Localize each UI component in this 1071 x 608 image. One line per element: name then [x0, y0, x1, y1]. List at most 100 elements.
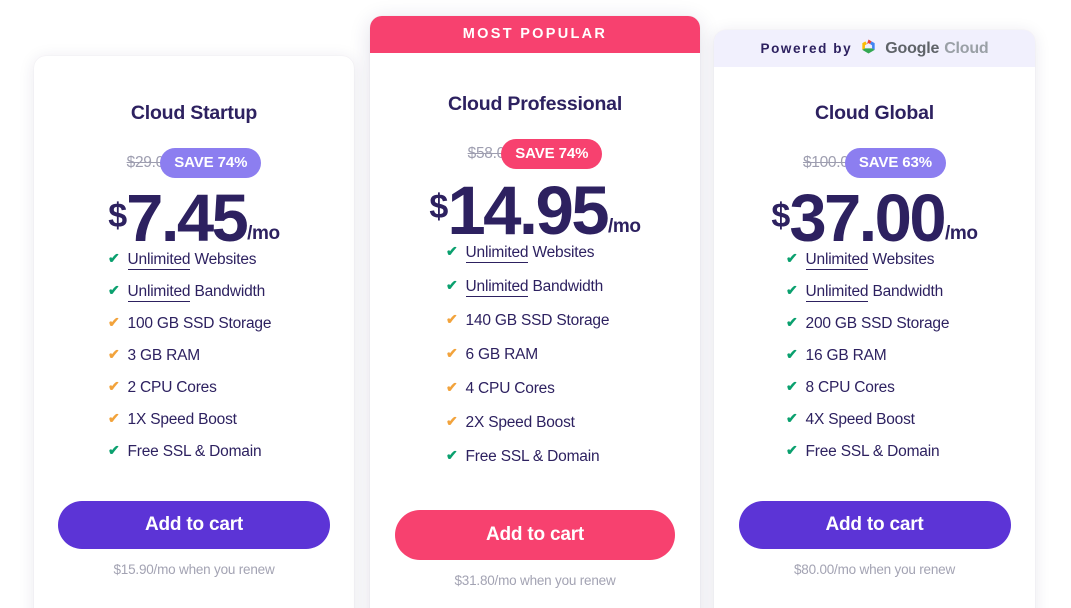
price-period: /mo [247, 222, 280, 244]
save-badge: SAVE 74% [501, 139, 603, 169]
pricing-card-cloud-startup[interactable]: Cloud Startup $29.00 SAVE 74% $ 7.45 /mo… [34, 56, 354, 608]
check-icon: ✔ [786, 441, 798, 458]
feature-label: Free SSL & Domain [127, 442, 262, 460]
price-amount: 37.00 [789, 181, 946, 256]
pricing-plans-page: Cloud Startup $29.00 SAVE 74% $ 7.45 /mo… [0, 0, 1071, 608]
check-icon: ✔ [108, 377, 120, 394]
check-icon: ✔ [786, 249, 798, 266]
check-icon: ✔ [786, 313, 798, 330]
feature-list: ✔ Unlimited Websites ✔ Unlimited Bandwidth ✔… [370, 242, 700, 482]
feature-list: ✔ Unlimited Websites ✔ Unlimited Bandwidth ✔… [714, 249, 1035, 475]
google-cloud-logo-icon [859, 37, 878, 61]
feature-item: ✔ Free SSL & Domain [446, 448, 700, 466]
feature-label: 2 CPU Cores [127, 378, 217, 396]
check-icon: ✔ [446, 310, 458, 327]
check-icon: ✔ [108, 281, 120, 298]
currency-symbol: $ [429, 188, 448, 226]
check-icon: ✔ [786, 409, 798, 426]
price-period: /mo [945, 222, 978, 244]
feature-emphasis: Unlimited [805, 282, 869, 302]
add-to-cart-button[interactable]: Add to cart [58, 500, 330, 549]
pricing-card-cloud-global[interactable]: Powered by Google Cloud Cloud Global $10… [714, 30, 1035, 608]
feature-label: 4X Speed Boost [805, 410, 915, 428]
feature-emphasis: Unlimited [127, 282, 191, 302]
plan-title: Cloud Startup [130, 102, 258, 124]
discount-row: $29.00 SAVE 74% [127, 147, 262, 179]
check-icon: ✔ [446, 242, 458, 259]
price-amount: 14.95 [447, 172, 609, 249]
feature-label: 16 GB RAM [805, 346, 887, 364]
feature-label: Unlimited Bandwidth [805, 282, 944, 302]
save-badge: SAVE 63% [844, 148, 947, 178]
discount-row: $58.00 SAVE 74% [468, 138, 603, 170]
save-badge: SAVE 74% [160, 148, 262, 178]
renewal-note: $31.80/mo when you renew [454, 572, 616, 588]
feature-label: 3 GB RAM [127, 346, 201, 364]
check-icon: ✔ [786, 377, 798, 394]
feature-item: ✔ 2 CPU Cores [108, 379, 354, 397]
price-amount: 7.45 [126, 181, 249, 256]
feature-item: ✔ 2X Speed Boost [446, 414, 700, 432]
feature-label: 6 GB RAM [465, 345, 539, 363]
check-icon: ✔ [446, 344, 458, 361]
add-to-cart-button[interactable]: Add to cart [395, 509, 675, 560]
feature-item: ✔ 4 CPU Cores [446, 380, 700, 398]
currency-symbol: $ [771, 197, 790, 235]
check-icon: ✔ [786, 281, 798, 298]
feature-label: 100 GB SSD Storage [127, 314, 272, 332]
feature-label: Unlimited Websites [127, 250, 257, 270]
feature-label: Unlimited Bandwidth [127, 282, 266, 302]
powered-by-google-cloud-banner: Powered by Google Cloud [714, 30, 1035, 67]
feature-item: ✔ 16 GB RAM [786, 347, 1035, 365]
feature-emphasis: Unlimited [127, 250, 191, 270]
feature-item: ✔ 3 GB RAM [108, 347, 354, 365]
check-icon: ✔ [108, 249, 120, 266]
feature-item: ✔ Unlimited Bandwidth [446, 277, 700, 297]
discount-row: $100.00 SAVE 63% [803, 147, 947, 179]
feature-item: ✔ 1X Speed Boost [108, 411, 354, 429]
feature-label: 8 CPU Cores [805, 378, 895, 396]
plan-title: Cloud Professional [447, 93, 623, 115]
current-price: $ 7.45 /mo [108, 181, 280, 256]
check-icon: ✔ [108, 345, 120, 362]
feature-item: ✔ Unlimited Websites [786, 249, 1035, 270]
feature-label: 2X Speed Boost [465, 413, 575, 431]
add-to-cart-button[interactable]: Add to cart [738, 500, 1011, 549]
renewal-note: $15.90/mo when you renew [113, 561, 275, 577]
feature-list: ✔ Unlimited Websites ✔ Unlimited Bandwidth ✔… [34, 249, 354, 475]
feature-label: Unlimited Bandwidth [465, 277, 604, 297]
feature-label: 200 GB SSD Storage [805, 314, 950, 332]
feature-label: Unlimited Websites [805, 250, 935, 270]
cloud-wordmark: Cloud [944, 39, 989, 57]
feature-item: ✔ 200 GB SSD Storage [786, 315, 1035, 333]
check-icon: ✔ [446, 378, 458, 395]
feature-label: 140 GB SSD Storage [465, 311, 610, 329]
pricing-card-cloud-professional[interactable]: MOST POPULAR Cloud Professional $58.00 S… [370, 16, 700, 608]
renewal-note: $80.00/mo when you renew [793, 561, 956, 577]
feature-item: ✔ 8 CPU Cores [786, 379, 1035, 397]
feature-item: ✔ Free SSL & Domain [108, 443, 354, 461]
most-popular-banner: MOST POPULAR [370, 16, 700, 53]
feature-item: ✔ 100 GB SSD Storage [108, 315, 354, 333]
feature-item: ✔ Free SSL & Domain [786, 443, 1035, 461]
feature-item: ✔ 6 GB RAM [446, 346, 700, 364]
feature-label: Free SSL & Domain [805, 442, 940, 460]
powered-by-label: Powered by [760, 41, 853, 56]
currency-symbol: $ [108, 197, 127, 235]
current-price: $ 37.00 /mo [771, 181, 978, 256]
feature-emphasis: Unlimited [805, 250, 869, 270]
check-icon: ✔ [446, 446, 458, 463]
feature-emphasis: Unlimited [465, 243, 529, 263]
check-icon: ✔ [108, 409, 120, 426]
price-period: /mo [608, 215, 641, 237]
feature-label: Free SSL & Domain [465, 447, 600, 465]
feature-item: ✔ Unlimited Bandwidth [108, 281, 354, 302]
feature-item: ✔ 140 GB SSD Storage [446, 312, 700, 330]
current-price: $ 14.95 /mo [429, 172, 641, 249]
feature-emphasis: Unlimited [465, 277, 529, 297]
feature-label: 1X Speed Boost [127, 410, 237, 428]
check-icon: ✔ [446, 412, 458, 429]
check-icon: ✔ [108, 313, 120, 330]
feature-label: Unlimited Websites [465, 243, 595, 263]
plan-title: Cloud Global [815, 102, 934, 124]
